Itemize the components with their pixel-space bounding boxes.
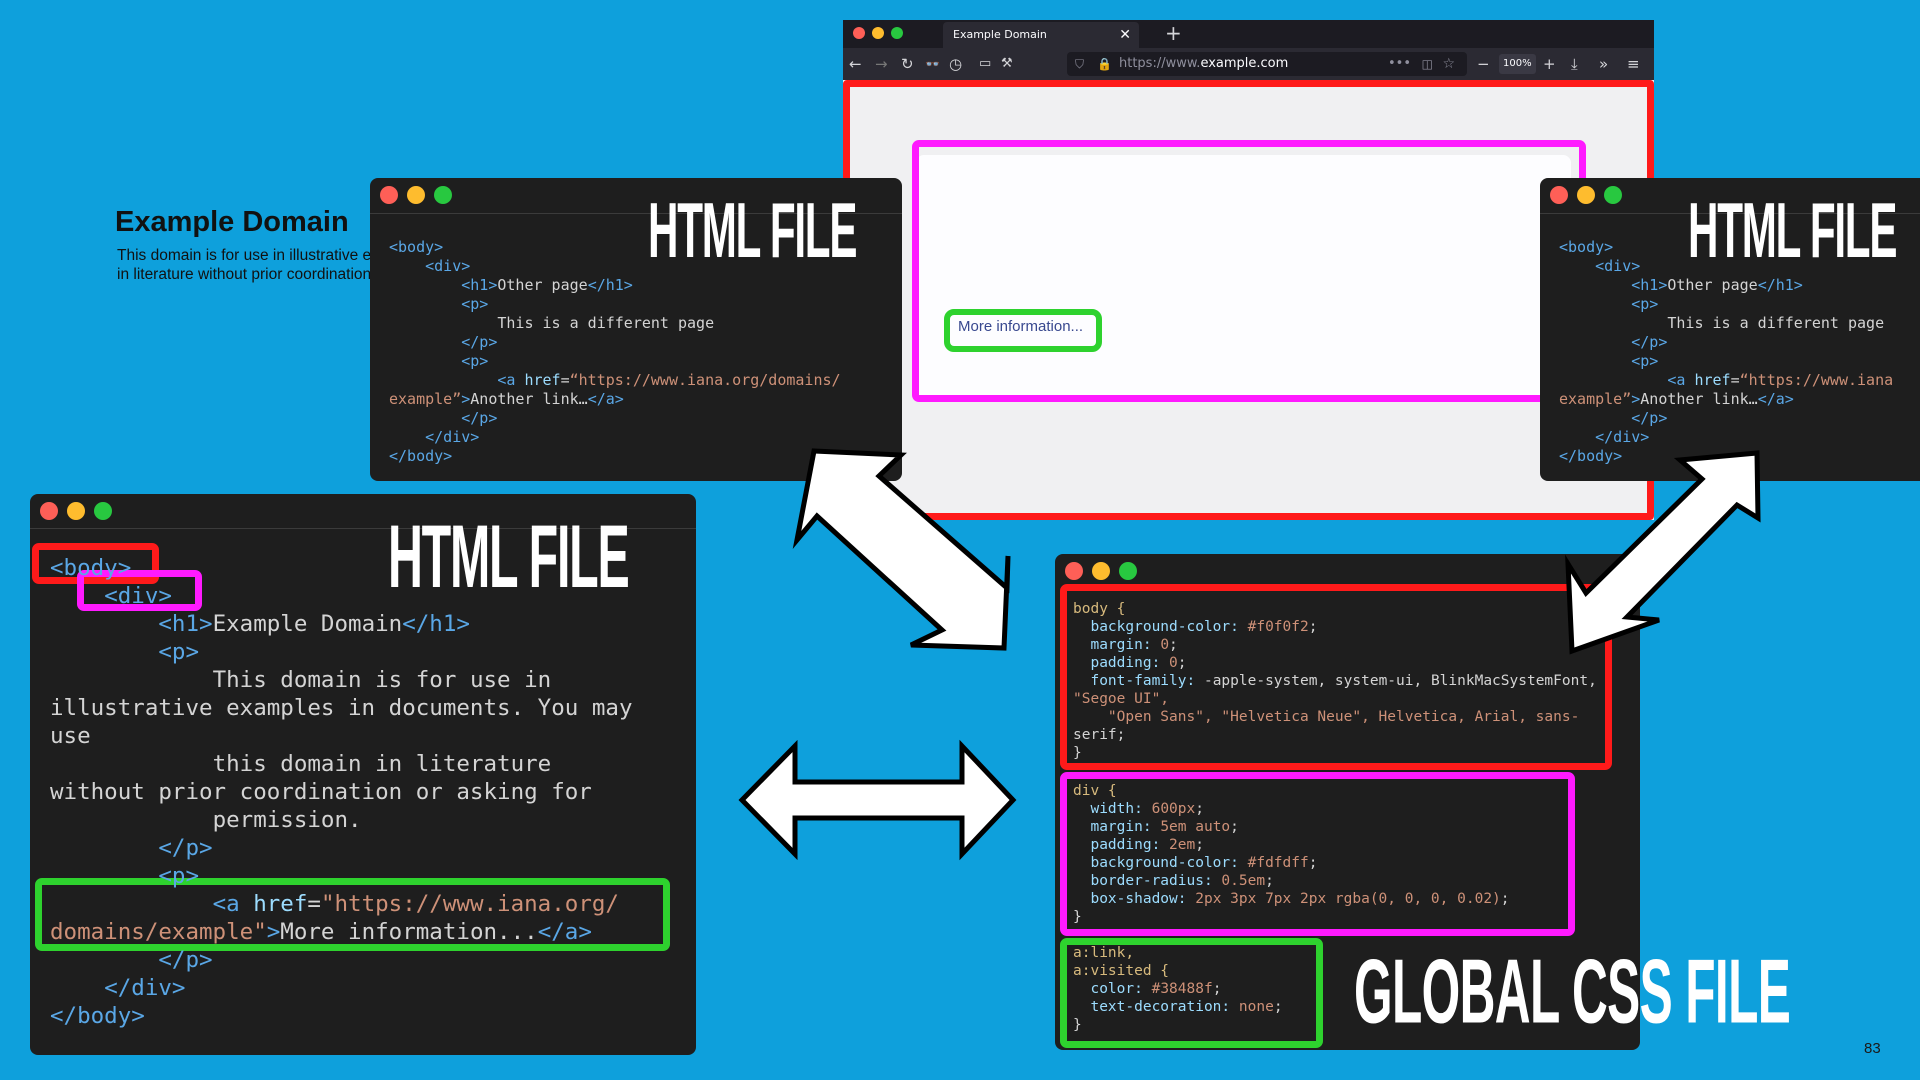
arrow-right-html-to-css-icon (1565, 450, 1761, 655)
arrow-other-html-to-css-icon (792, 448, 1011, 651)
arrows-layer (738, 448, 1761, 861)
arrow-html-to-css-icon (738, 739, 1017, 861)
page-number: 83 (1864, 1040, 1881, 1057)
